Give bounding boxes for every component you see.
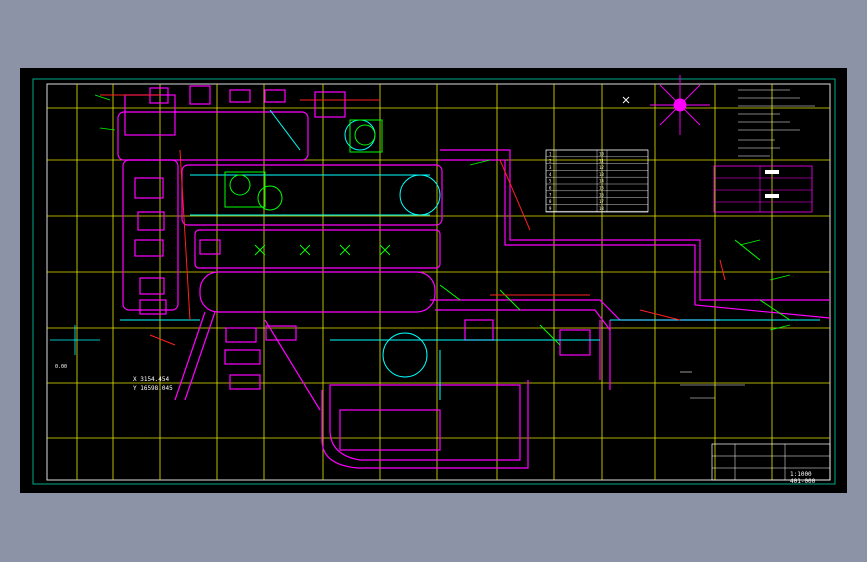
survey-label: 0.00 <box>55 364 67 370</box>
legend-row-number: 11 <box>599 158 604 163</box>
legend-row-number: 15 <box>599 186 604 191</box>
legend-row-number: 10 <box>599 152 604 157</box>
scale-text: 1:1000 <box>790 471 812 478</box>
legend-row-number: 13 <box>599 172 604 177</box>
coordinate-y: Y 16598.045 <box>133 385 173 392</box>
legend-row-number: 16 <box>599 192 604 197</box>
cad-viewport[interactable]: 0.00 X 3154.454 Y 16598.045 1 2 3 4 5 6 7 8 9 10 1… <box>0 0 867 562</box>
site-plan-drawing[interactable]: 0.00 X 3154.454 Y 16598.045 123456789101… <box>0 0 867 562</box>
legend-row-number: 12 <box>599 165 604 170</box>
drawing-number: 401-000 <box>790 478 816 485</box>
coordinate-x: X 3154.454 <box>133 376 170 383</box>
legend-row-number: 17 <box>599 199 604 204</box>
drawing-sheet <box>20 68 847 493</box>
legend-row-number: 18 <box>599 206 604 211</box>
legend-row-number: 14 <box>599 179 604 184</box>
